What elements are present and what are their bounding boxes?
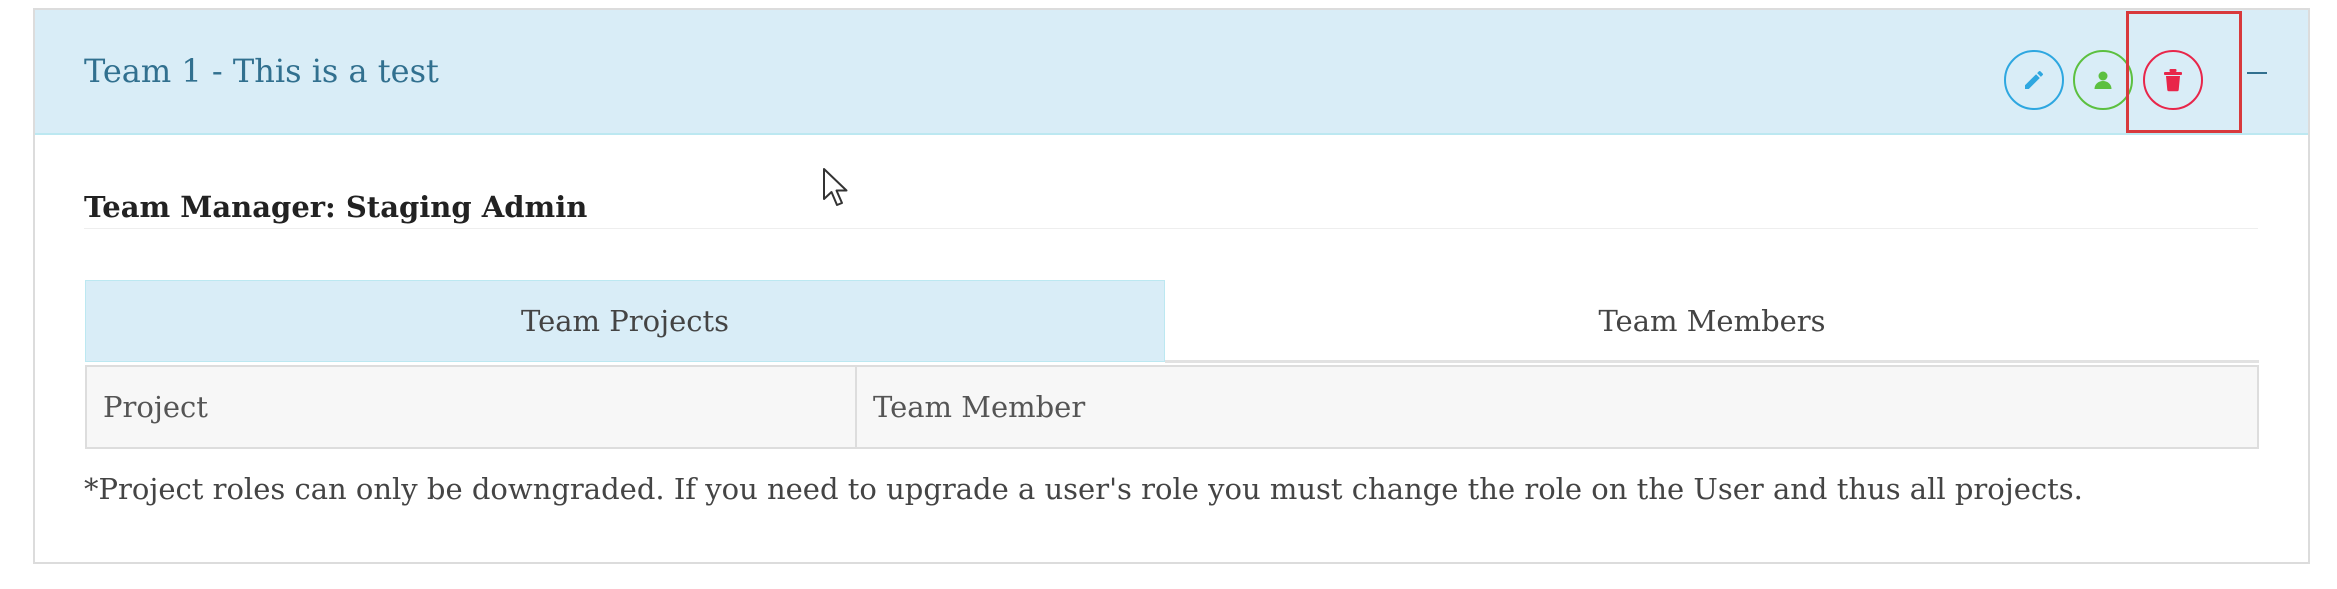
tab-team-members[interactable]: Team Members [1165, 280, 2259, 362]
edit-team-button[interactable] [2004, 50, 2064, 110]
column-header-project: Project [87, 367, 857, 447]
panel-heading[interactable]: Team 1 - This is a test [35, 10, 2308, 135]
divider [84, 228, 2258, 229]
user-icon [2094, 71, 2112, 89]
add-member-button[interactable] [2073, 50, 2133, 110]
column-header-team-member: Team Member [873, 390, 1086, 424]
tabs-divider [1165, 360, 2259, 363]
delete-team-button[interactable] [2143, 50, 2203, 110]
collapse-icon[interactable] [2247, 72, 2267, 74]
team-manager-label: Team Manager: Staging Admin [84, 190, 588, 224]
projects-table-header: Project Team Member [85, 365, 2259, 449]
trash-icon [2164, 69, 2182, 92]
tab-team-projects[interactable]: Team Projects [85, 280, 1165, 362]
team-panel: Team 1 - This is a test Team Manager: St… [33, 8, 2310, 564]
roles-footnote: *Project roles can only be downgraded. I… [84, 472, 2083, 506]
pencil-icon [2025, 70, 2044, 89]
team-title[interactable]: Team 1 - This is a test [84, 52, 439, 90]
